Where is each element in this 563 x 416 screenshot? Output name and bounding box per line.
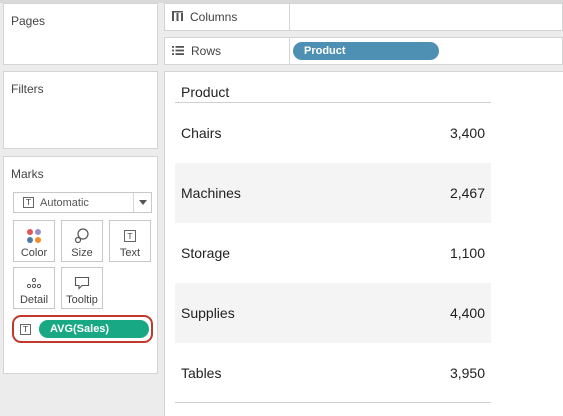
marks-field-row: T AVG(Sales): [12, 315, 153, 343]
color-button[interactable]: Color: [13, 220, 55, 262]
tooltip-button[interactable]: Tooltip: [61, 267, 103, 309]
marks-title: Marks: [11, 167, 44, 181]
row-label: Supplies: [181, 305, 235, 321]
pages-title: Pages: [11, 14, 46, 28]
size-icon: [74, 225, 90, 247]
color-icon: [26, 225, 42, 247]
chevron-down-icon[interactable]: [133, 193, 151, 212]
rows-label: Rows: [191, 44, 222, 58]
detail-icon: [26, 272, 42, 294]
row-label: Storage: [181, 245, 231, 261]
filters-title: Filters: [11, 82, 44, 96]
row-label: Machines: [181, 185, 241, 201]
row-value: 1,100: [449, 245, 485, 261]
detail-button[interactable]: Detail: [13, 267, 55, 309]
marks-card: Marks T Automatic Color Size T Text Deta…: [3, 156, 158, 374]
table-row[interactable]: Storage 1,100: [175, 223, 491, 283]
text-button[interactable]: T Text: [109, 220, 151, 262]
bottom-divider: [175, 402, 491, 403]
mark-type-dropdown[interactable]: T Automatic: [13, 192, 152, 213]
row-label: Chairs: [181, 125, 222, 141]
pages-card[interactable]: Pages: [3, 3, 158, 65]
table-row[interactable]: Tables 3,950: [175, 343, 491, 403]
table-row[interactable]: Supplies 4,400: [175, 283, 491, 343]
columns-shelf[interactable]: Columns: [164, 3, 563, 31]
row-value: 3,400: [449, 125, 485, 141]
columns-label: Columns: [190, 10, 238, 24]
columns-shelf-header: Columns: [165, 4, 290, 30]
tooltip-label: Tooltip: [66, 294, 98, 306]
tooltip-icon: [74, 272, 90, 294]
product-pill[interactable]: Product: [293, 42, 439, 60]
product-column-header[interactable]: Product: [181, 84, 229, 100]
row-value: 4,400: [449, 305, 485, 321]
filters-card[interactable]: Filters: [3, 71, 158, 149]
color-label: Color: [20, 247, 48, 259]
table-row[interactable]: Chairs 3,400: [175, 103, 491, 163]
columns-icon: [172, 10, 183, 24]
text-encoding-icon[interactable]: T: [20, 323, 31, 335]
avg-sales-pill[interactable]: AVG(Sales): [39, 320, 149, 338]
row-value: 3,950: [449, 365, 485, 381]
size-button[interactable]: Size: [61, 220, 103, 262]
row-value: 2,467: [449, 185, 485, 201]
text-icon: T: [124, 225, 136, 247]
rows-shelf[interactable]: Rows Product: [164, 37, 563, 65]
view-area: Product Chairs 3,400 Machines 2,467 Stor…: [164, 71, 563, 416]
rows-shelf-header: Rows: [165, 38, 290, 64]
text-mark-icon: T: [23, 197, 34, 208]
size-label: Size: [71, 247, 93, 259]
detail-label: Detail: [19, 294, 49, 306]
mark-type-label: Automatic: [40, 196, 89, 209]
table-row[interactable]: Machines 2,467: [175, 163, 491, 223]
row-label: Tables: [181, 365, 222, 381]
rows-icon: [172, 44, 184, 58]
text-label: Text: [119, 247, 141, 259]
